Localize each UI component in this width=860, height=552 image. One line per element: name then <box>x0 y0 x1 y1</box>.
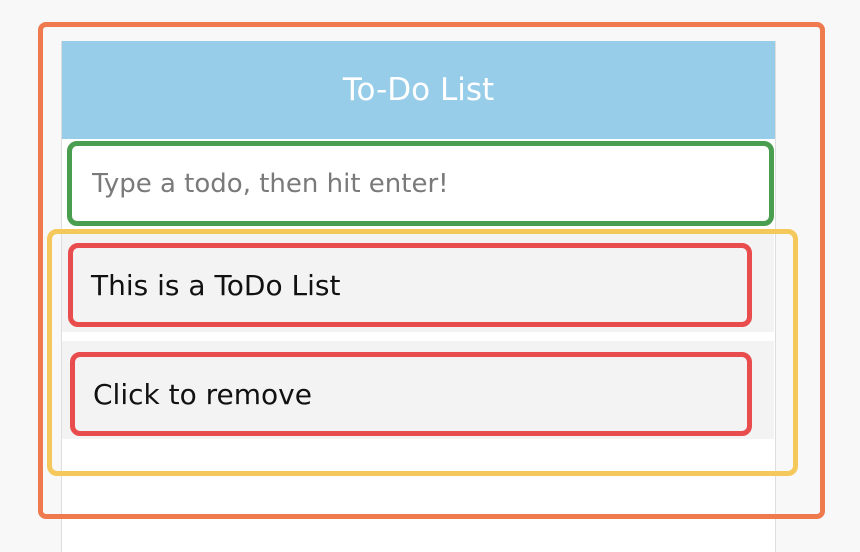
todo-item[interactable]: Click to remove <box>70 352 752 436</box>
todo-item[interactable]: This is a ToDo List <box>68 243 752 327</box>
app-title: To-Do List <box>342 72 495 108</box>
app-header: To-Do List <box>62 41 775 139</box>
todo-item-label: Click to remove <box>93 377 312 411</box>
todo-input-container <box>67 141 774 226</box>
screen: To-Do List This is a ToDo List Click to … <box>0 0 860 552</box>
todo-input[interactable] <box>72 146 769 221</box>
todo-item-label: This is a ToDo List <box>91 268 341 302</box>
